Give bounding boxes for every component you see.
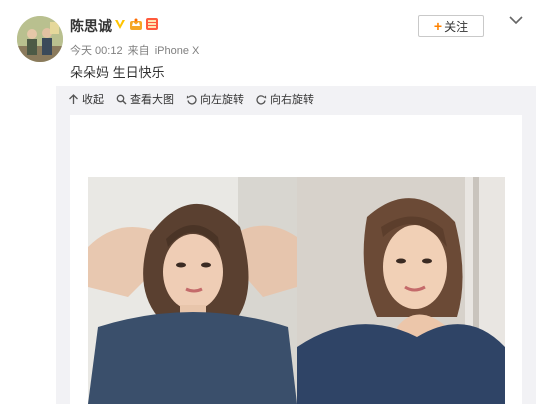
level-badge-icon (146, 18, 158, 30)
rotate-left-button[interactable]: 向左旋转 (186, 91, 244, 107)
post-header: 陈思诚 今天 00:12 来自 iPhone X 朵朵妈 生日快乐 + 关注 (0, 0, 536, 86)
collapse-label: 收起 (82, 94, 104, 106)
post-source[interactable]: iPhone X (155, 45, 200, 57)
collapse-button[interactable]: 收起 (68, 91, 104, 107)
follow-label: 关注 (444, 19, 469, 34)
photo-right-image (297, 177, 505, 404)
plus-icon: + (433, 18, 443, 34)
post-source-prefix: 来自 (127, 45, 150, 57)
avatar[interactable] (17, 16, 63, 62)
photo-left-image (88, 177, 297, 404)
magnifier-icon (116, 94, 127, 104)
rotate-right-icon (256, 94, 267, 104)
photo-right[interactable] (297, 177, 505, 404)
image-toolbar: 收起 查看大图 向左旋转 向右旋转 (68, 91, 314, 107)
rotate-right-button[interactable]: 向右旋转 (256, 91, 314, 107)
chevron-down-icon[interactable] (509, 15, 523, 25)
photo-left[interactable] (88, 177, 297, 404)
rotate-left-icon (186, 94, 197, 104)
post-text: 朵朵妈 生日快乐 (70, 65, 165, 80)
rotate-right-label: 向右旋转 (270, 94, 314, 106)
member-crown-icon (130, 18, 142, 30)
rotate-left-label: 向左旋转 (200, 94, 244, 106)
collapse-icon (69, 93, 78, 104)
username[interactable]: 陈思诚 (70, 16, 112, 36)
view-large-label: 查看大图 (130, 94, 174, 106)
post-time[interactable]: 今天 00:12 (70, 45, 123, 57)
avatar-image (17, 16, 63, 62)
verified-v-icon (113, 17, 127, 31)
post-meta: 今天 00:12 来自 iPhone X (70, 42, 201, 58)
view-large-button[interactable]: 查看大图 (116, 91, 174, 107)
user-badges (113, 15, 159, 33)
follow-button[interactable]: + 关注 (418, 15, 484, 37)
